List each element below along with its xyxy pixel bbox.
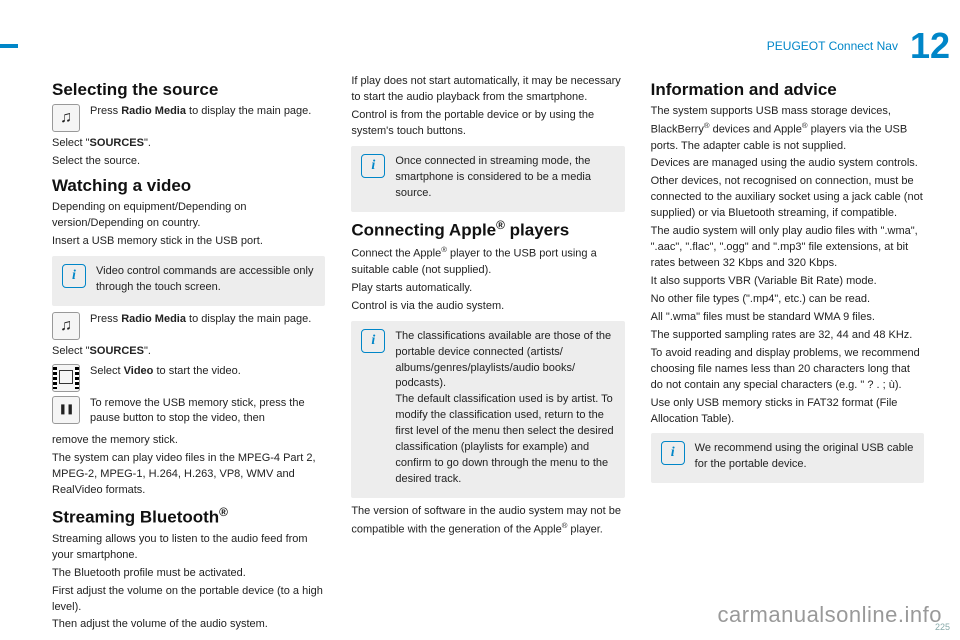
info-text: We recommend using the original USB cabl… bbox=[695, 441, 914, 473]
video-insert-usb: Insert a USB memory stick in the USB por… bbox=[52, 234, 325, 250]
ap-p4: The version of software in the audio sys… bbox=[351, 504, 624, 539]
header-right: PEUGEOT Connect Nav 12 bbox=[767, 28, 960, 64]
pause-icon bbox=[52, 396, 80, 424]
step-select-sources-2: Select "SOURCES". bbox=[52, 344, 325, 360]
ia-p10: Use only USB memory sticks in FAT32 form… bbox=[651, 396, 924, 428]
bt-p1: Streaming allows you to listen to the au… bbox=[52, 532, 325, 564]
info-icon: i bbox=[361, 154, 385, 178]
column-2: If play does not start automatically, it… bbox=[351, 74, 624, 635]
bt-p2: The Bluetooth profile must be activated. bbox=[52, 566, 325, 582]
info-text: Once connected in streaming mode, the sm… bbox=[395, 154, 614, 202]
heading-selecting-source: Selecting the source bbox=[52, 80, 325, 100]
step-text: Select Video to start the video. bbox=[90, 364, 241, 380]
step-text: Press Radio Media to display the main pa… bbox=[90, 104, 311, 120]
ia-p2: Devices are managed using the audio syst… bbox=[651, 156, 924, 172]
ia-p8: The supported sampling rates are 32, 44 … bbox=[651, 328, 924, 344]
chapter-number: 12 bbox=[910, 28, 950, 64]
column-3: Information and advice The system suppor… bbox=[651, 74, 924, 635]
ia-p3: Other devices, not recognised on connect… bbox=[651, 174, 924, 222]
ia-p9: To avoid reading and display problems, w… bbox=[651, 346, 924, 394]
info-classifications: i The classifications available are thos… bbox=[351, 321, 624, 498]
step-radio-media-1: Press Radio Media to display the main pa… bbox=[52, 104, 325, 132]
info-icon: i bbox=[62, 264, 86, 288]
info-streaming-source: i Once connected in streaming mode, the … bbox=[351, 146, 624, 212]
page-number: 225 bbox=[935, 622, 950, 632]
bt-p6: Control is from the portable device or b… bbox=[351, 108, 624, 140]
ap-p3: Control is via the audio system. bbox=[351, 299, 624, 315]
header-accent-bar bbox=[0, 44, 18, 48]
ia-p1: The system supports USB mass storage dev… bbox=[651, 104, 924, 154]
step-radio-media-2: Press Radio Media to display the main pa… bbox=[52, 312, 325, 340]
music-note-icon bbox=[52, 312, 80, 340]
step-select-source: Select the source. bbox=[52, 154, 325, 170]
step-remove-cont: remove the memory stick. bbox=[52, 433, 325, 449]
info-icon: i bbox=[661, 441, 685, 465]
info-touch-screen: i Video control commands are accessible … bbox=[52, 256, 325, 306]
film-icon bbox=[52, 364, 80, 392]
step-select-sources: Select "SOURCES". bbox=[52, 136, 325, 152]
watermark: carmanualsonline.info bbox=[717, 602, 942, 628]
header-title: PEUGEOT Connect Nav bbox=[767, 39, 898, 53]
bt-p5: If play does not start automatically, it… bbox=[351, 74, 624, 106]
ia-p7: All ".wma" files must be standard WMA 9 … bbox=[651, 310, 924, 326]
step-select-video: Select Video to start the video. bbox=[52, 364, 325, 392]
ia-p4: The audio system will only play audio fi… bbox=[651, 224, 924, 272]
step-pause-remove: To remove the USB memory stick, press th… bbox=[52, 396, 325, 430]
content-columns: Selecting the source Press Radio Media t… bbox=[0, 64, 960, 635]
ap-p1: Connect the Apple® player to the USB por… bbox=[351, 244, 624, 279]
info-usb-cable: i We recommend using the original USB ca… bbox=[651, 433, 924, 483]
ap-p2: Play starts automatically. bbox=[351, 281, 624, 297]
heading-connecting-apple: Connecting Apple® players bbox=[351, 218, 624, 241]
bt-p4: Then adjust the volume of the audio syst… bbox=[52, 617, 325, 633]
step-text: To remove the USB memory stick, press th… bbox=[90, 396, 325, 428]
column-1: Selecting the source Press Radio Media t… bbox=[52, 74, 325, 635]
step-text: Press Radio Media to display the main pa… bbox=[90, 312, 311, 328]
bt-p3: First adjust the volume on the portable … bbox=[52, 584, 325, 616]
info-text: The classifications available are those … bbox=[395, 329, 614, 488]
page-header: PEUGEOT Connect Nav 12 bbox=[0, 0, 960, 64]
heading-watching-video: Watching a video bbox=[52, 176, 325, 196]
video-depends: Depending on equipment/Depending on vers… bbox=[52, 200, 325, 232]
video-formats: The system can play video files in the M… bbox=[52, 451, 325, 499]
ia-p5: It also supports VBR (Variable Bit Rate)… bbox=[651, 274, 924, 290]
info-icon: i bbox=[361, 329, 385, 353]
heading-information-advice: Information and advice bbox=[651, 80, 924, 100]
heading-streaming-bluetooth: Streaming Bluetooth® bbox=[52, 505, 325, 528]
info-text: Video control commands are accessible on… bbox=[96, 264, 315, 296]
music-note-icon bbox=[52, 104, 80, 132]
ia-p6: No other file types (".mp4", etc.) can b… bbox=[651, 292, 924, 308]
